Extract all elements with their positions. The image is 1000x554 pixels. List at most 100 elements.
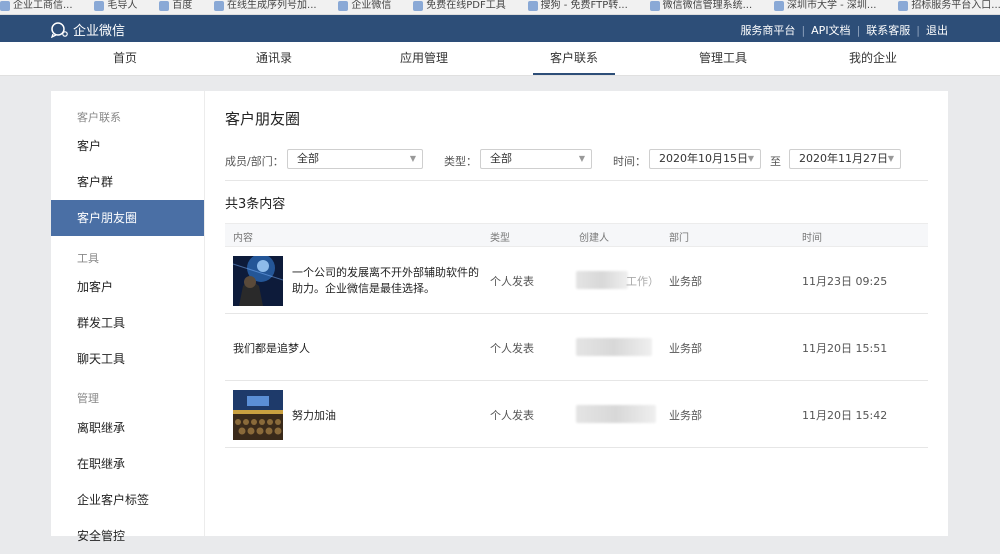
bookmark[interactable]: 在线生成序列号加... xyxy=(214,1,317,11)
wecom-logo-icon xyxy=(50,21,68,38)
post-image-thumbnail[interactable] xyxy=(233,390,283,440)
bookmark[interactable]: 毛导人 xyxy=(94,1,137,11)
bookmark-icon xyxy=(214,1,225,11)
table-row[interactable]: 努力加油 个人发表 业务部 11月20日 15:42 xyxy=(225,381,928,448)
sidebar-group-label: 管理 xyxy=(77,392,99,405)
chevron-down-icon: ▼ xyxy=(578,154,585,163)
space-scene-image-icon xyxy=(233,256,283,306)
sidebar-item-active-transfer[interactable]: 在职继承 xyxy=(51,446,204,482)
table-row[interactable]: 我们都是追梦人 个人发表 业务部 11月20日 15:51 xyxy=(225,314,928,381)
bookmark[interactable]: 招标服务平台入口... xyxy=(898,1,1000,11)
bookmark-icon xyxy=(159,1,170,11)
chevron-down-icon: ▼ xyxy=(409,154,416,163)
sidebar-item-resigned-transfer[interactable]: 离职继承 xyxy=(51,410,204,446)
service-provider-link[interactable]: 服务商平台 xyxy=(740,24,795,37)
table-row[interactable]: 一个公司的发展离不开外部辅助软件的助力。企业微信是最佳选择。 个人发表 工作） … xyxy=(225,247,928,314)
bookmarks-bar: 企业工商信... 毛导人 百度 在线生成序列号加... 企业微信 免费在线PDF… xyxy=(0,0,1000,15)
redacted-creator xyxy=(576,405,656,423)
sidebar-item-customer-groups[interactable]: 客户群 xyxy=(51,164,204,200)
tab-management-tools[interactable]: 管理工具 xyxy=(678,42,768,75)
bookmark-icon xyxy=(338,1,349,11)
sidebar-item-chat-tools[interactable]: 聊天工具 xyxy=(51,341,204,377)
date-from-picker[interactable]: 2020年10月15日 ▼ xyxy=(649,149,761,169)
bookmark-icon xyxy=(94,1,105,11)
separator: | xyxy=(801,24,806,37)
sidebar-item-add-customer[interactable]: 加客户 xyxy=(51,269,204,305)
sidebar: 客户联系 客户 客户群 客户朋友圈 工具 加客户 群发工具 聊天工具 管理 离职… xyxy=(51,91,205,543)
post-type: 个人发表 xyxy=(490,342,534,355)
member-filter-label: 成员/部门： xyxy=(225,155,284,168)
column-header-department: 部门 xyxy=(669,233,689,244)
column-header-time: 时间 xyxy=(802,233,822,244)
bookmark-icon xyxy=(773,1,784,11)
post-time: 11月20日 15:51 xyxy=(802,342,888,355)
bookmark[interactable]: 微信微信管理系统... xyxy=(649,1,752,11)
logo[interactable]: 企业微信 xyxy=(50,20,125,39)
chevron-down-icon: ▼ xyxy=(887,154,894,163)
post-time: 11月23日 09:25 xyxy=(802,275,888,288)
department: 业务部 xyxy=(669,409,702,422)
department: 业务部 xyxy=(669,342,702,355)
bookmark-icon xyxy=(649,1,660,11)
bookmark[interactable]: 企业微信 xyxy=(338,1,391,11)
department: 业务部 xyxy=(669,275,702,288)
column-header-creator: 创建人 xyxy=(579,233,609,244)
moments-table: 内容 类型 创建人 部门 时间 一个公司的发展离不开外部辅助软件的助力。企业微信… xyxy=(225,223,928,448)
redacted-creator xyxy=(576,271,628,289)
sidebar-item-customers[interactable]: 客户 xyxy=(51,128,204,164)
redacted-creator xyxy=(576,338,652,356)
tab-contacts[interactable]: 通讯录 xyxy=(229,42,319,75)
sidebar-item-customer-moments[interactable]: 客户朋友圈 xyxy=(51,200,204,236)
bookmark[interactable]: 搜狗 - 免费FTP转... xyxy=(527,1,628,11)
main-panel: 客户朋友圈 成员/部门： 全部 ▼ 类型： 全部 ▼ 时间： 2020年10月15日… xyxy=(205,91,948,536)
result-count: 共3条内容 xyxy=(225,197,286,212)
post-content: 我们都是追梦人 xyxy=(233,342,310,355)
divider xyxy=(225,180,928,181)
creator-name: 工作） xyxy=(626,275,659,288)
post-time: 11月20日 15:42 xyxy=(802,409,888,422)
main-nav: 首页 通讯录 应用管理 客户联系 管理工具 我的企业 xyxy=(0,42,1000,76)
tab-home[interactable]: 首页 xyxy=(80,42,170,75)
top-bar: 企业微信 服务商平台 | API文档 | 联系客服 | 退出 xyxy=(0,15,1000,42)
bookmark[interactable]: 百度 xyxy=(159,1,192,11)
table-header: 内容 类型 创建人 部门 时间 xyxy=(225,223,928,247)
top-links: 服务商平台 | API文档 | 联系客服 | 退出 xyxy=(740,22,948,38)
chevron-down-icon: ▼ xyxy=(747,154,754,163)
bookmark-icon xyxy=(413,1,424,11)
type-select[interactable]: 全部 ▼ xyxy=(480,149,592,169)
member-select[interactable]: 全部 ▼ xyxy=(287,149,423,169)
tab-my-enterprise[interactable]: 我的企业 xyxy=(828,42,918,75)
auditorium-scene-image-icon xyxy=(233,390,283,440)
date-to-picker[interactable]: 2020年11月27日 ▼ xyxy=(789,149,901,169)
post-content: 努力加油 xyxy=(292,409,336,422)
api-docs-link[interactable]: API文档 xyxy=(811,24,850,37)
page-title: 客户朋友圈 xyxy=(225,110,301,128)
bookmark[interactable]: 免费在线PDF工具 xyxy=(413,1,506,11)
bookmark[interactable]: 企业工商信... xyxy=(0,1,73,11)
bookmark-icon xyxy=(0,1,10,11)
sidebar-group-label: 客户联系 xyxy=(77,111,121,124)
type-filter-label: 类型： xyxy=(444,155,477,168)
separator: | xyxy=(916,24,920,37)
column-header-content: 内容 xyxy=(233,233,253,244)
date-range-separator: 至 xyxy=(770,155,781,168)
tab-app-management[interactable]: 应用管理 xyxy=(379,42,469,75)
column-header-type: 类型 xyxy=(490,233,510,244)
tab-customer-contact[interactable]: 客户联系 xyxy=(529,42,619,75)
logo-text: 企业微信 xyxy=(73,24,126,39)
sidebar-item-security-control[interactable]: 安全管控 xyxy=(51,518,204,554)
bookmark-icon xyxy=(527,1,538,11)
post-image-thumbnail[interactable] xyxy=(233,256,283,306)
bookmark[interactable]: 深圳市大学 - 深圳... xyxy=(773,1,876,11)
sidebar-item-customer-tags[interactable]: 企业客户标签 xyxy=(51,482,204,518)
sidebar-item-mass-message[interactable]: 群发工具 xyxy=(51,305,204,341)
post-content: 一个公司的发展离不开外部辅助软件的助力。企业微信是最佳选择。 xyxy=(292,266,479,295)
separator: | xyxy=(856,24,861,37)
post-type: 个人发表 xyxy=(490,275,534,288)
contact-support-link[interactable]: 联系客服 xyxy=(866,24,910,37)
post-type: 个人发表 xyxy=(490,409,534,422)
logout-link[interactable]: 退出 xyxy=(926,24,948,37)
time-filter-label: 时间： xyxy=(613,155,646,168)
bookmark-icon xyxy=(898,1,909,11)
sidebar-group-label: 工具 xyxy=(77,252,99,265)
